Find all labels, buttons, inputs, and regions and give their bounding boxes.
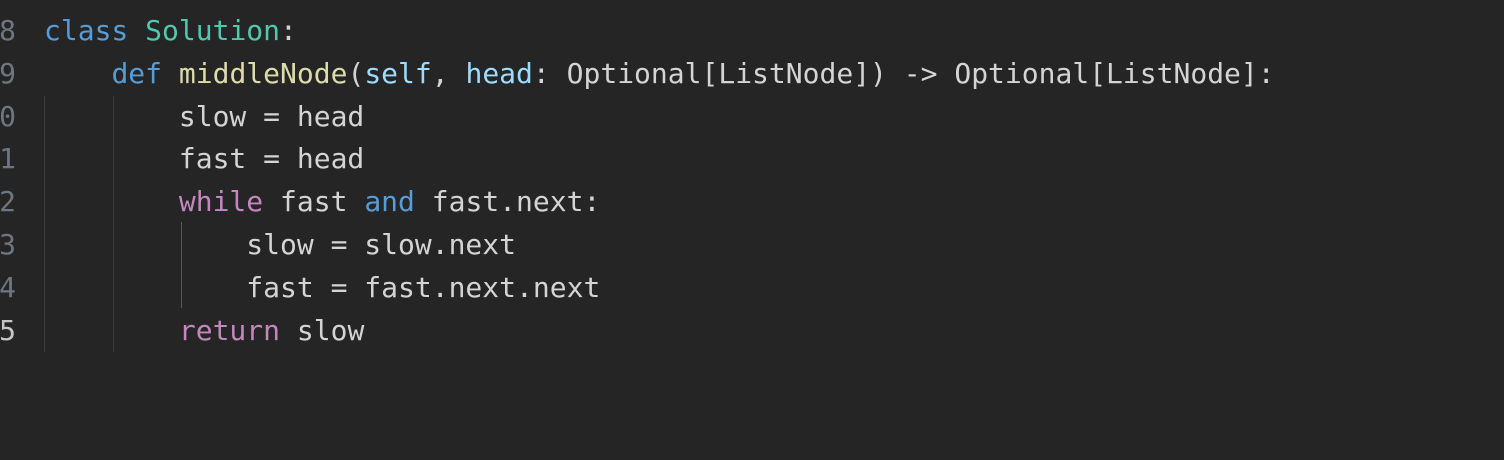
- line-number: 0: [0, 100, 16, 133]
- line-code: fast = head: [44, 137, 364, 180]
- line-code: fast = fast.next.next: [44, 266, 600, 309]
- code-line[interactable]: 5 return slow: [0, 309, 1504, 352]
- line-number: 9: [0, 57, 16, 90]
- line-code: class Solution:: [44, 9, 297, 52]
- code-line[interactable]: 9 def middleNode(self, head: Optional[Li…: [0, 52, 1504, 95]
- code-line[interactable]: 0 slow = head: [0, 95, 1504, 138]
- line-code: def middleNode(self, head: Optional[List…: [44, 52, 1275, 95]
- code-token: return: [178, 314, 281, 347]
- code-token: Solution: [145, 14, 281, 47]
- code-token: slow = slow.next: [44, 228, 517, 261]
- code-token: def: [111, 57, 163, 90]
- code-token: ,: [431, 57, 466, 90]
- scrolled-previous-line: [0, 0, 1504, 6]
- code-line[interactable]: 8 class Solution:: [0, 9, 1504, 52]
- code-line[interactable]: 3 slow = slow.next: [0, 223, 1504, 266]
- code-token: and: [364, 185, 415, 218]
- line-code: return slow: [44, 309, 364, 352]
- line-number: 1: [0, 142, 16, 175]
- line-number: 8: [0, 14, 16, 47]
- code-token: head: [465, 57, 533, 90]
- code-token: self: [364, 57, 432, 90]
- code-token: fast = head: [44, 142, 365, 175]
- code-token: class: [44, 14, 129, 47]
- line-number: 2: [0, 185, 16, 218]
- line-number: 4: [0, 271, 16, 304]
- code-token: fast: [263, 185, 365, 218]
- code-token: : Optional[ListNode]) -> Optional[ListNo…: [532, 57, 1275, 90]
- code-token: :: [280, 14, 297, 47]
- code-token: slow = head: [44, 100, 365, 133]
- line-code: slow = slow.next: [44, 223, 516, 266]
- code-token: fast.next:: [414, 185, 601, 218]
- line-code: while fast and fast.next:: [44, 180, 600, 223]
- code-token: middleNode: [178, 57, 348, 90]
- code-editor[interactable]: 8 class Solution: 9 def middleNode(self, h…: [0, 0, 1504, 460]
- line-number: 3: [0, 228, 16, 261]
- line-number: 5: [0, 314, 16, 347]
- code-token: slow: [280, 314, 365, 347]
- line-code: slow = head: [44, 95, 364, 138]
- code-line[interactable]: 1 fast = head: [0, 137, 1504, 180]
- code-token: (: [347, 57, 365, 90]
- code-line[interactable]: 4 fast = fast.next.next: [0, 266, 1504, 309]
- code-token: while: [178, 185, 264, 218]
- code-token: fast = fast.next.next: [44, 271, 601, 304]
- code-line[interactable]: 2 while fast and fast.next:: [0, 180, 1504, 223]
